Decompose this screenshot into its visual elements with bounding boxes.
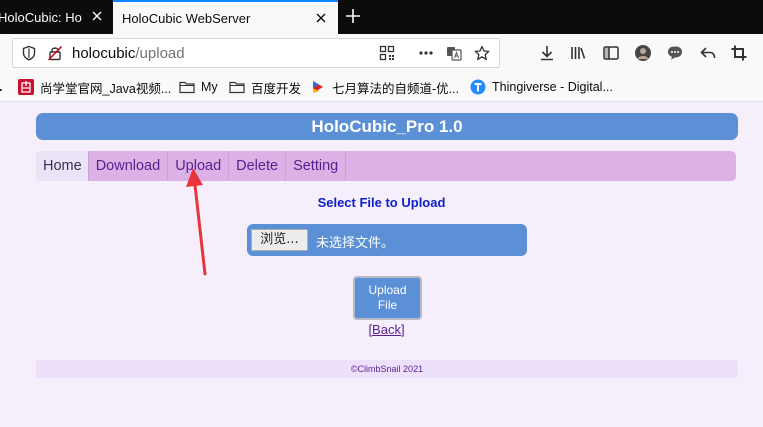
crop-icon[interactable] [730, 44, 748, 62]
close-icon[interactable] [313, 10, 329, 26]
file-input[interactable]: 浏览... 未选择文件。 [247, 224, 527, 256]
shield-icon[interactable] [21, 45, 37, 61]
url-path: /upload [135, 45, 185, 62]
insecure-lock-icon[interactable] [47, 45, 63, 61]
menu-item-setting[interactable]: Setting [286, 151, 347, 181]
folder-icon [179, 81, 195, 94]
bookmark-star-icon[interactable] [474, 45, 490, 61]
bookmark-label: 尚学堂官网_Java视频... [40, 81, 172, 96]
bookmark-qiyue-algorithm[interactable]: 七月算法的自频道-优... [310, 78, 459, 96]
bookmark-label: Thingiverse - Digital... [492, 80, 613, 94]
file-status-text: 未选择文件。 [316, 236, 395, 251]
menu-item-upload[interactable]: Upload [168, 151, 230, 181]
menu-item-home[interactable]: Home [36, 151, 89, 181]
tab-holocubic-inactive[interactable]: HoloCubic: HoloCubic WebServer [0, 0, 113, 34]
browse-button[interactable]: 浏览... [251, 229, 308, 251]
address-bar[interactable]: holocubic/upload [12, 38, 500, 68]
bookmark-label: 百度开发 [251, 81, 302, 96]
upload-file-button[interactable]: Upload File [353, 276, 422, 320]
translate-icon[interactable] [446, 45, 462, 61]
back-arrow-icon[interactable] [699, 44, 717, 62]
new-tab-icon[interactable] [344, 7, 362, 25]
thingiverse-icon [470, 79, 486, 95]
bookmark-label: My [201, 80, 218, 94]
bookmark-shangxuetang[interactable]: 尚学堂官网_Java视频... [18, 78, 171, 96]
bookmarks-overflow-dot: . [0, 78, 2, 96]
qr-code-icon[interactable] [379, 45, 395, 61]
tab-title: HoloCubic: HoloCubic WebServer [0, 9, 82, 25]
download-icon[interactable] [538, 44, 556, 62]
shangxuetang-icon [18, 79, 34, 95]
bookmark-folder-baidu[interactable]: 百度开发 [229, 78, 301, 96]
library-icon[interactable] [569, 44, 587, 62]
page-title-banner: HoloCubic_Pro 1.0 [36, 113, 738, 140]
upload-button-label-line2: File [377, 298, 398, 312]
chat-bubble-icon[interactable] [666, 44, 684, 62]
sidebar-icon[interactable] [602, 44, 620, 62]
url-text[interactable]: holocubic/upload [72, 45, 185, 62]
page-content: HoloCubic_Pro 1.0 Home Download Upload D… [0, 102, 763, 427]
bookmark-label: 七月算法的自频道-优... [332, 81, 460, 96]
upload-button-label-line1: Upload [368, 283, 407, 297]
bookmark-folder-my[interactable]: My [179, 78, 218, 96]
avatar-icon[interactable] [634, 44, 652, 62]
tab-holocubic-webserver[interactable]: HoloCubic WebServer [113, 0, 338, 34]
navigation-toolbar: holocubic/upload [0, 34, 763, 72]
menu-item-download[interactable]: Download [89, 151, 169, 181]
tab-strip: HoloCubic: HoloCubic WebServer HoloCubic… [0, 0, 763, 34]
folder-icon [229, 81, 245, 94]
more-actions-icon[interactable] [418, 45, 434, 61]
bookmarks-toolbar: . 尚学堂官网_Java视频... My 百度开发 七月算法的自频道-优... … [0, 72, 763, 102]
main-menu: Home Download Upload Delete Setting [36, 151, 736, 181]
tab-title: HoloCubic WebServer [122, 10, 251, 26]
bookmark-thingiverse[interactable]: Thingiverse - Digital... [470, 78, 613, 96]
select-file-heading: Select File to Upload [317, 195, 446, 210]
close-icon[interactable] [89, 8, 105, 24]
youku-icon [313, 81, 323, 93]
menu-item-delete[interactable]: Delete [229, 151, 287, 181]
footer-copyright: ©ClimbSnail 2021 [36, 360, 738, 378]
url-host: holocubic [72, 45, 136, 62]
back-link[interactable]: [Back] [0, 322, 763, 337]
